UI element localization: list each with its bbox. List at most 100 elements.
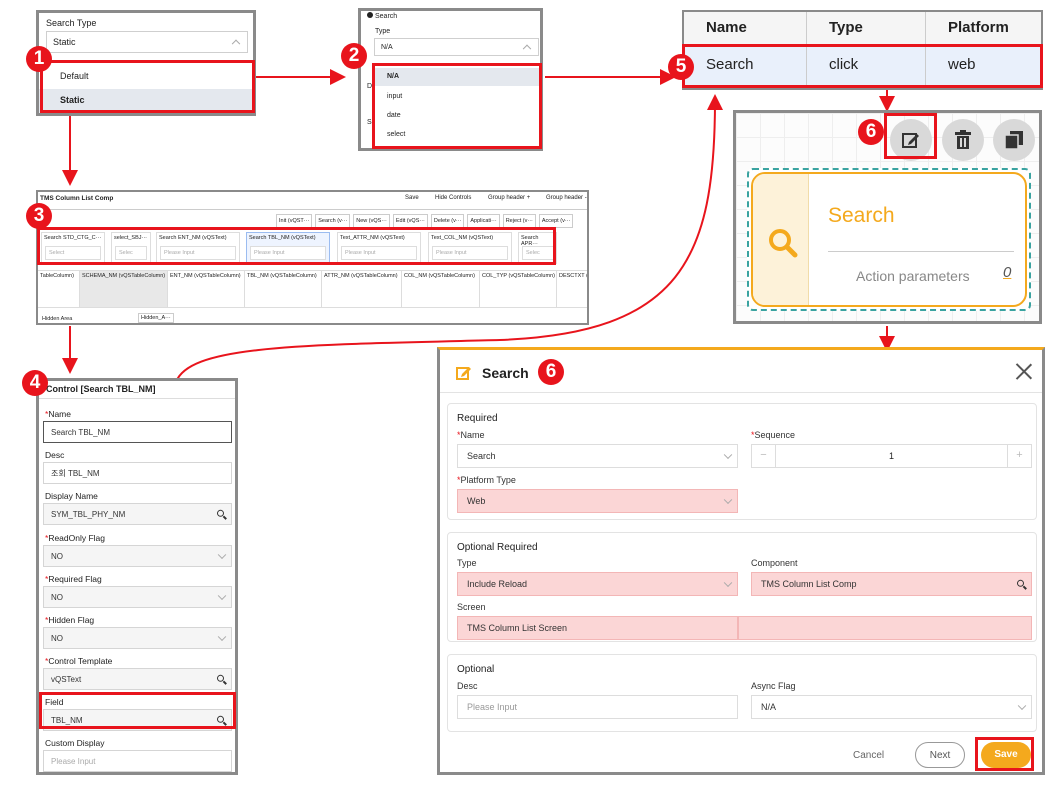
field-label: *ReadOnly Flag bbox=[45, 533, 106, 543]
step-badge-2: 2 bbox=[341, 43, 367, 69]
type-select[interactable]: Include Reload bbox=[457, 572, 738, 596]
copy-icon bbox=[1004, 131, 1023, 150]
column-header[interactable]: DESCTXT ( bbox=[557, 271, 587, 307]
card-subtitle: Action parameters bbox=[856, 268, 970, 284]
increment-button[interactable]: + bbox=[1007, 445, 1031, 467]
link-save[interactable]: Save bbox=[405, 195, 419, 201]
search-type-select[interactable]: Static bbox=[46, 31, 248, 53]
async-flag-label: Async Flag bbox=[751, 681, 796, 691]
sequence-stepper[interactable]: − 1 + bbox=[751, 444, 1032, 468]
search-icon[interactable] bbox=[1017, 579, 1024, 587]
highlight-edit-button bbox=[884, 113, 937, 159]
link-group-header-plus[interactable]: Group header + bbox=[488, 195, 530, 201]
required-section: Required *Name Search *Sequence − 1 + *P… bbox=[447, 403, 1037, 520]
field-label: Custom Display bbox=[45, 738, 105, 748]
step-badge-5: 5 bbox=[668, 54, 694, 80]
chevron-down-icon bbox=[217, 591, 227, 601]
async-flag-select[interactable]: N/A bbox=[751, 695, 1032, 719]
step-badge-6b: 6 bbox=[538, 359, 564, 385]
field-input[interactable]: NO bbox=[43, 627, 232, 649]
optional-section: Optional Desc Please Input Async Flag N/… bbox=[447, 654, 1037, 732]
chevron-down-icon bbox=[217, 550, 227, 560]
header-name: Name bbox=[684, 12, 807, 45]
component-label: Component bbox=[751, 558, 798, 568]
highlight-field bbox=[39, 692, 236, 729]
field-input[interactable]: NO bbox=[43, 586, 232, 608]
chevron-down-icon bbox=[217, 632, 227, 642]
hidden-a-tab[interactable]: Hidden_A··· bbox=[138, 313, 174, 323]
radio-search[interactable]: Search bbox=[367, 12, 397, 20]
search-icon[interactable] bbox=[217, 674, 224, 682]
highlight-type-options bbox=[372, 63, 542, 149]
name-label: Name bbox=[460, 430, 485, 440]
column-header[interactable]: TBL_NM (vQSTableColumn) bbox=[245, 271, 322, 307]
component-field[interactable]: TMS Column List Comp bbox=[751, 572, 1032, 596]
step-badge-6: 6 bbox=[858, 119, 884, 145]
new-button[interactable]: New (vQS··· bbox=[353, 214, 390, 228]
search-icon bbox=[769, 229, 798, 258]
link-group-header-minus[interactable]: Group header - bbox=[546, 195, 587, 201]
edit-button[interactable]: Edit (vQS··· bbox=[392, 214, 428, 228]
field-label: *Required Flag bbox=[45, 574, 102, 584]
accept-button[interactable]: Accept (v··· bbox=[538, 214, 574, 228]
platform-type-select[interactable]: Web bbox=[457, 489, 738, 513]
step-badge-3: 3 bbox=[26, 203, 52, 229]
sequence-value[interactable]: 1 bbox=[776, 445, 1007, 467]
copy-icon-button[interactable] bbox=[993, 119, 1035, 161]
application-button[interactable]: Applicati··· bbox=[467, 214, 500, 228]
next-button[interactable]: Next bbox=[915, 742, 965, 768]
init-button[interactable]: Init (vQST··· bbox=[276, 214, 313, 228]
step-badge-4: 4 bbox=[22, 370, 48, 396]
edit-icon bbox=[456, 367, 471, 380]
search-button[interactable]: Search (v··· bbox=[315, 214, 351, 228]
type-label: Type bbox=[457, 558, 477, 568]
field-input[interactable]: vQSText bbox=[43, 668, 232, 690]
field-input[interactable]: Search TBL_NM bbox=[43, 421, 232, 443]
column-header[interactable]: TableColumn) bbox=[38, 271, 80, 307]
search-type-label: Search Type bbox=[46, 18, 97, 28]
cancel-button[interactable]: Cancel bbox=[853, 750, 884, 761]
screen-label: Screen bbox=[457, 602, 486, 612]
field-input[interactable]: 조회 TBL_NM bbox=[43, 462, 232, 484]
screen-error-band bbox=[738, 616, 1032, 640]
chevron-down-icon bbox=[723, 578, 733, 588]
field-input[interactable]: Please Input bbox=[43, 750, 232, 772]
optional-required-heading: Optional Required bbox=[457, 542, 538, 553]
search-icon[interactable] bbox=[217, 509, 224, 517]
close-icon[interactable] bbox=[1015, 363, 1032, 380]
edit-action-dialog: Search Required *Name Search *Sequence −… bbox=[437, 347, 1045, 775]
card-title: Search bbox=[828, 204, 895, 227]
action-card[interactable]: Search Action parameters 0 bbox=[747, 168, 1031, 311]
decrement-button[interactable]: − bbox=[752, 445, 776, 467]
field-label: Display Name bbox=[45, 491, 98, 501]
link-hide-controls[interactable]: Hide Controls bbox=[435, 195, 471, 201]
chevron-down-icon bbox=[723, 495, 733, 505]
column-header[interactable]: COL_NM (vQSTableColumn) bbox=[402, 271, 480, 307]
field-input[interactable]: SYM_TBL_PHY_NM bbox=[43, 503, 232, 525]
delete-button[interactable]: Delete (v··· bbox=[430, 214, 465, 228]
field-input[interactable]: NO bbox=[43, 545, 232, 567]
control-title: Control [Search TBL_NM] bbox=[46, 384, 156, 394]
reject-button[interactable]: Reject (v··· bbox=[502, 214, 536, 228]
field-label: Desc bbox=[45, 450, 65, 460]
hidden-area-tab[interactable]: Hidden Area bbox=[42, 316, 72, 322]
delete-icon-button[interactable] bbox=[942, 119, 984, 161]
column-header[interactable]: COL_TYP (vQSTableColumn) bbox=[480, 271, 557, 307]
chevron-down-icon bbox=[1017, 701, 1027, 711]
desc-label: Desc bbox=[457, 681, 478, 691]
column-header[interactable]: ENT_NM (vQSTableColumn) bbox=[168, 271, 245, 307]
name-select[interactable]: Search bbox=[457, 444, 738, 468]
chevron-down-icon bbox=[723, 450, 733, 460]
highlight-save-button bbox=[975, 737, 1034, 771]
column-header-row: TableColumn) SCHEMA_NM (vQSTableColumn) … bbox=[38, 270, 587, 308]
desc-input[interactable]: Please Input bbox=[457, 695, 738, 719]
optional-required-section: Optional Required Type Include Reload Co… bbox=[447, 532, 1037, 642]
type-label: Type bbox=[375, 28, 391, 35]
step-badge-1: 1 bbox=[26, 46, 52, 72]
screen-field[interactable]: TMS Column List Screen bbox=[457, 616, 738, 640]
column-header[interactable]: SCHEMA_NM (vQSTableColumn) bbox=[80, 271, 168, 307]
field-label: *Name bbox=[45, 409, 71, 419]
chevron-up-icon bbox=[522, 44, 532, 54]
column-header[interactable]: ATTR_NM (vQSTableColumn) bbox=[322, 271, 402, 307]
type-select[interactable]: N/A bbox=[374, 38, 539, 56]
